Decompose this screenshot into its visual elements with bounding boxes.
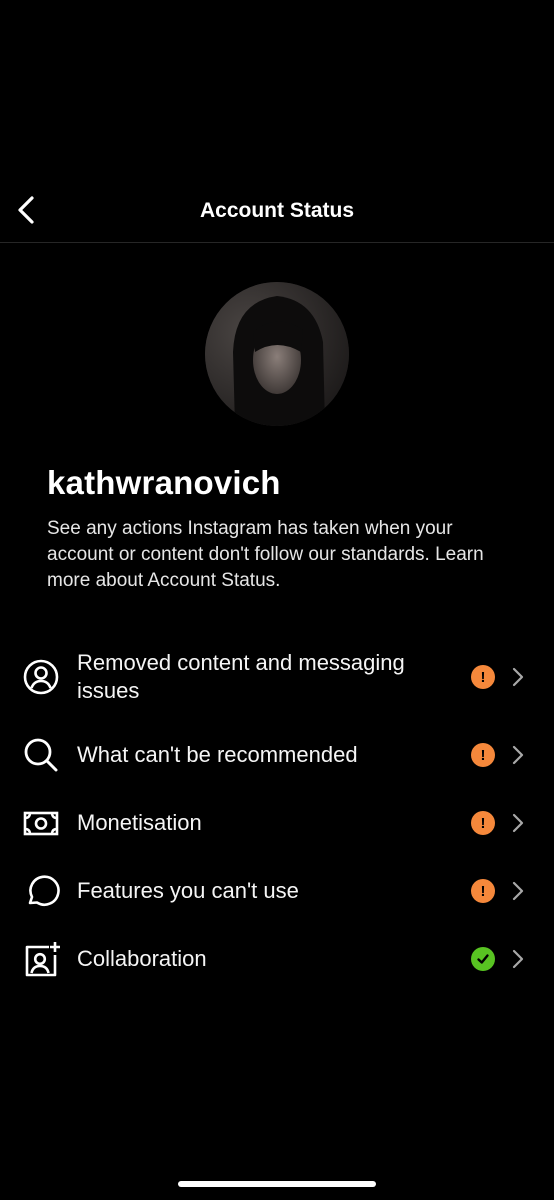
warning-icon: !	[471, 811, 495, 835]
chevron-right-icon	[510, 812, 526, 834]
account-status-description: See any actions Instagram has taken when…	[47, 516, 517, 594]
list-item-label: Collaboration	[77, 946, 207, 971]
list-item-label: What can't be recommended	[77, 742, 358, 767]
avatar	[205, 282, 349, 426]
warning-icon: !	[471, 879, 495, 903]
username: kathwranovich	[47, 464, 281, 501]
chevron-right-icon	[510, 948, 526, 970]
list-item-recommendations[interactable]: What can't be recommended !	[0, 734, 554, 776]
warning-icon: !	[471, 743, 495, 767]
home-indicator[interactable]	[178, 1181, 376, 1187]
warning-icon: !	[471, 665, 495, 689]
list-item-monetisation[interactable]: Monetisation !	[0, 802, 554, 844]
list-item-features[interactable]: Features you can't use !	[0, 870, 554, 912]
chevron-right-icon	[510, 744, 526, 766]
add-collaborator-icon	[22, 940, 60, 978]
chevron-right-icon	[510, 880, 526, 902]
list-item-label: Removed content and messaging issues	[77, 650, 405, 703]
list-item-removed-content[interactable]: Removed content and messaging issues !	[0, 648, 554, 706]
list-item-label: Monetisation	[77, 810, 202, 835]
chevron-right-icon	[510, 666, 526, 688]
description-text: See any actions Instagram has taken when…	[47, 518, 453, 565]
list-item-label: Features you can't use	[77, 878, 299, 903]
page-title: Account Status	[199, 199, 354, 222]
chat-bubble-icon	[22, 872, 60, 910]
money-icon	[22, 804, 60, 842]
navigation-bar: Account Status	[0, 180, 554, 243]
search-icon	[22, 736, 60, 774]
checkmark-icon	[471, 947, 495, 971]
person-circle-icon	[22, 658, 60, 696]
list-item-collaboration[interactable]: Collaboration	[0, 938, 554, 980]
